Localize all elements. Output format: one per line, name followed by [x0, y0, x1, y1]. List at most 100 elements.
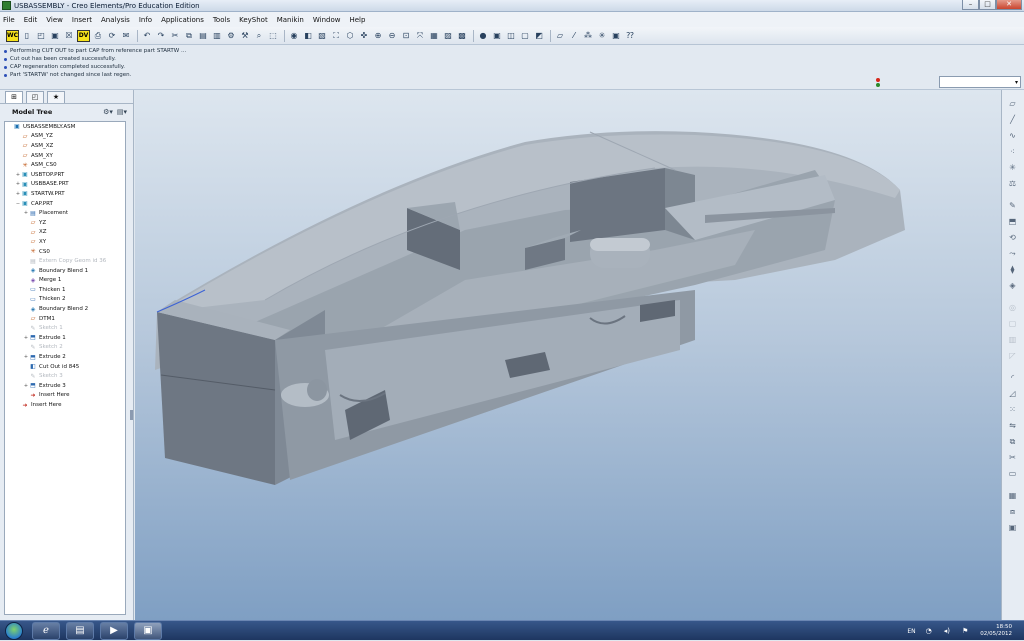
tree-item[interactable]: ◈ Boundary Blend 1	[5, 266, 125, 276]
tree-item[interactable]: + ▤ Placement	[5, 208, 125, 218]
repaint-icon[interactable]: ◧	[302, 30, 314, 42]
find-icon[interactable]: ⌕	[253, 30, 265, 42]
tree-item[interactable]: ◈ Boundary Blend 2	[5, 304, 125, 314]
menu-keyshot[interactable]: KeyShot	[239, 16, 268, 24]
close-button[interactable]: ✕	[996, 0, 1022, 10]
appearance-icon[interactable]: ▨	[442, 30, 454, 42]
component-tool-icon[interactable]: ▦	[1006, 490, 1019, 501]
flag-icon[interactable]: ⚑	[962, 627, 968, 635]
csys-display-icon[interactable]: ✳	[596, 30, 608, 42]
datum-point-icon[interactable]: ⁖	[1006, 146, 1019, 157]
internet-explorer-icon[interactable]: ℯ	[32, 622, 60, 640]
spin-center-icon[interactable]: ✜	[358, 30, 370, 42]
tree-item[interactable]: ✳ ASM_CS0	[5, 160, 125, 170]
tree-item[interactable]: ▭ Thicken 2	[5, 295, 125, 305]
tree-item[interactable]: ▤ Extern Copy Geom id 36	[5, 256, 125, 266]
menu-manikin[interactable]: Manikin	[277, 16, 304, 24]
blend-tool-icon[interactable]: ⧫	[1006, 264, 1019, 275]
tree-item[interactable]: ✎ Sketch 2	[5, 343, 125, 353]
design-view-button[interactable]: DV	[77, 29, 90, 42]
revolve-tool-icon[interactable]: ⟲	[1006, 232, 1019, 243]
creo-taskbar-icon[interactable]: ▣	[134, 622, 162, 640]
minimize-button[interactable]: –	[962, 0, 979, 10]
hole-tool-icon[interactable]: ◎	[1006, 302, 1019, 313]
trim-tool-icon[interactable]: ✂	[1006, 452, 1019, 463]
plane-display-icon[interactable]: ▱	[554, 30, 566, 42]
tab-folder-browser[interactable]: ◰	[26, 91, 44, 103]
sketch-tool-icon[interactable]: ✎	[1006, 200, 1019, 211]
refit-icon[interactable]: ⊡	[400, 30, 412, 42]
tree-settings-button[interactable]: ⚙▾	[103, 108, 113, 116]
select-box-icon[interactable]: ⬚	[267, 30, 279, 42]
merge-tool-icon[interactable]: ⧉	[1006, 436, 1019, 447]
assembly-tool-icon[interactable]: ⧈	[1006, 506, 1019, 517]
copy-icon[interactable]: ⧉	[183, 30, 195, 42]
tree-item[interactable]: + ⬒ Extrude 1	[5, 333, 125, 343]
tree-item[interactable]: + ⬒ Extrude 3	[5, 381, 125, 391]
selection-filter-dropdown[interactable]: ▾	[939, 76, 1021, 88]
view-manager-icon[interactable]: ⛶	[330, 30, 342, 42]
orient-icon[interactable]: ⬡	[344, 30, 356, 42]
paste-special-icon[interactable]: ▥	[211, 30, 223, 42]
tree-item[interactable]: ✎ Sketch 1	[5, 323, 125, 333]
draft-tool-icon[interactable]: ◸	[1006, 350, 1019, 361]
enhanced-realism-icon[interactable]: ◩	[533, 30, 545, 42]
start-button[interactable]	[5, 622, 23, 640]
tree-item[interactable]: ➜ Insert Here	[5, 391, 125, 401]
saved-views-icon[interactable]: ▧	[316, 30, 328, 42]
cut-icon[interactable]: ✂	[169, 30, 181, 42]
menu-window[interactable]: Window	[313, 16, 341, 24]
tree-item[interactable]: ▭ Thicken 1	[5, 285, 125, 295]
round-tool-icon[interactable]: ◜	[1006, 372, 1019, 383]
extrude-tool-icon[interactable]: ⬒	[1006, 216, 1019, 227]
annotation-tool-icon[interactable]: ▣	[1006, 522, 1019, 533]
layers-icon[interactable]: ▦	[428, 30, 440, 42]
thicken-tool-icon[interactable]: ▭	[1006, 468, 1019, 479]
regenerate-model-icon[interactable]: ⚙	[225, 30, 237, 42]
menu-insert[interactable]: Insert	[72, 16, 92, 24]
menu-file[interactable]: File	[3, 16, 15, 24]
tab-favorites[interactable]: ★	[47, 91, 65, 103]
tree-show-button[interactable]: ▤▾	[117, 108, 127, 116]
menu-help[interactable]: Help	[349, 16, 365, 24]
reorient-icon[interactable]: ⤧	[414, 30, 426, 42]
tree-item[interactable]: ◈ Merge 1	[5, 276, 125, 286]
tab-model-tree[interactable]: ⊞	[5, 91, 23, 103]
no-hidden-icon[interactable]: ◫	[505, 30, 517, 42]
network-icon[interactable]: ◔	[926, 627, 932, 635]
annotation-display-icon[interactable]: ▣	[610, 30, 622, 42]
media-player-icon[interactable]: ▶	[100, 622, 128, 640]
email-icon[interactable]: ✉	[120, 30, 132, 42]
datum-axis-icon[interactable]: ╱	[1006, 114, 1019, 125]
open-folder-icon[interactable]: ◰	[35, 30, 47, 42]
datum-curve-icon[interactable]: ∿	[1006, 130, 1019, 141]
menu-edit[interactable]: Edit	[24, 16, 38, 24]
tree-item[interactable]: ▱ ASM_XY	[5, 151, 125, 161]
regenerate-icon[interactable]: ⟳	[106, 30, 118, 42]
point-display-icon[interactable]: ⁂	[582, 30, 594, 42]
menu-info[interactable]: Info	[139, 16, 152, 24]
boundary-blend-icon[interactable]: ◈	[1006, 280, 1019, 291]
redo-icon[interactable]: ↷	[155, 30, 167, 42]
tree-item[interactable]: ▱ ASM_XZ	[5, 141, 125, 151]
language-indicator[interactable]: EN	[907, 628, 915, 635]
file-explorer-icon[interactable]: ▤	[66, 622, 94, 640]
menu-analysis[interactable]: Analysis	[101, 16, 130, 24]
menu-applications[interactable]: Applications	[161, 16, 204, 24]
tree-item[interactable]: ◧ Cut Out id 845	[5, 362, 125, 372]
tree-item[interactable]: + ▣ USBBASE.PRT	[5, 180, 125, 190]
zoom-in-icon[interactable]: ⊕	[372, 30, 384, 42]
tree-item[interactable]: ▣ USBASSEMBLY.ASM	[5, 122, 125, 132]
display-style-icon[interactable]: ◉	[288, 30, 300, 42]
sweep-tool-icon[interactable]: ⤳	[1006, 248, 1019, 259]
tree-item[interactable]: + ⬒ Extrude 2	[5, 352, 125, 362]
tree-item[interactable]: ✎ Sketch 3	[5, 371, 125, 381]
chamfer-tool-icon[interactable]: ◿	[1006, 388, 1019, 399]
tree-item[interactable]: ▱ ASM_YZ	[5, 132, 125, 142]
zoom-out-icon[interactable]: ⊖	[386, 30, 398, 42]
tree-item[interactable]: − ▣ CAP.PRT	[5, 199, 125, 209]
tree-item[interactable]: ➜ Insert Here	[5, 400, 125, 410]
paste-icon[interactable]: ▤	[197, 30, 209, 42]
shell-tool-icon[interactable]: ▢	[1006, 318, 1019, 329]
tree-item[interactable]: ▱ XZ	[5, 228, 125, 238]
